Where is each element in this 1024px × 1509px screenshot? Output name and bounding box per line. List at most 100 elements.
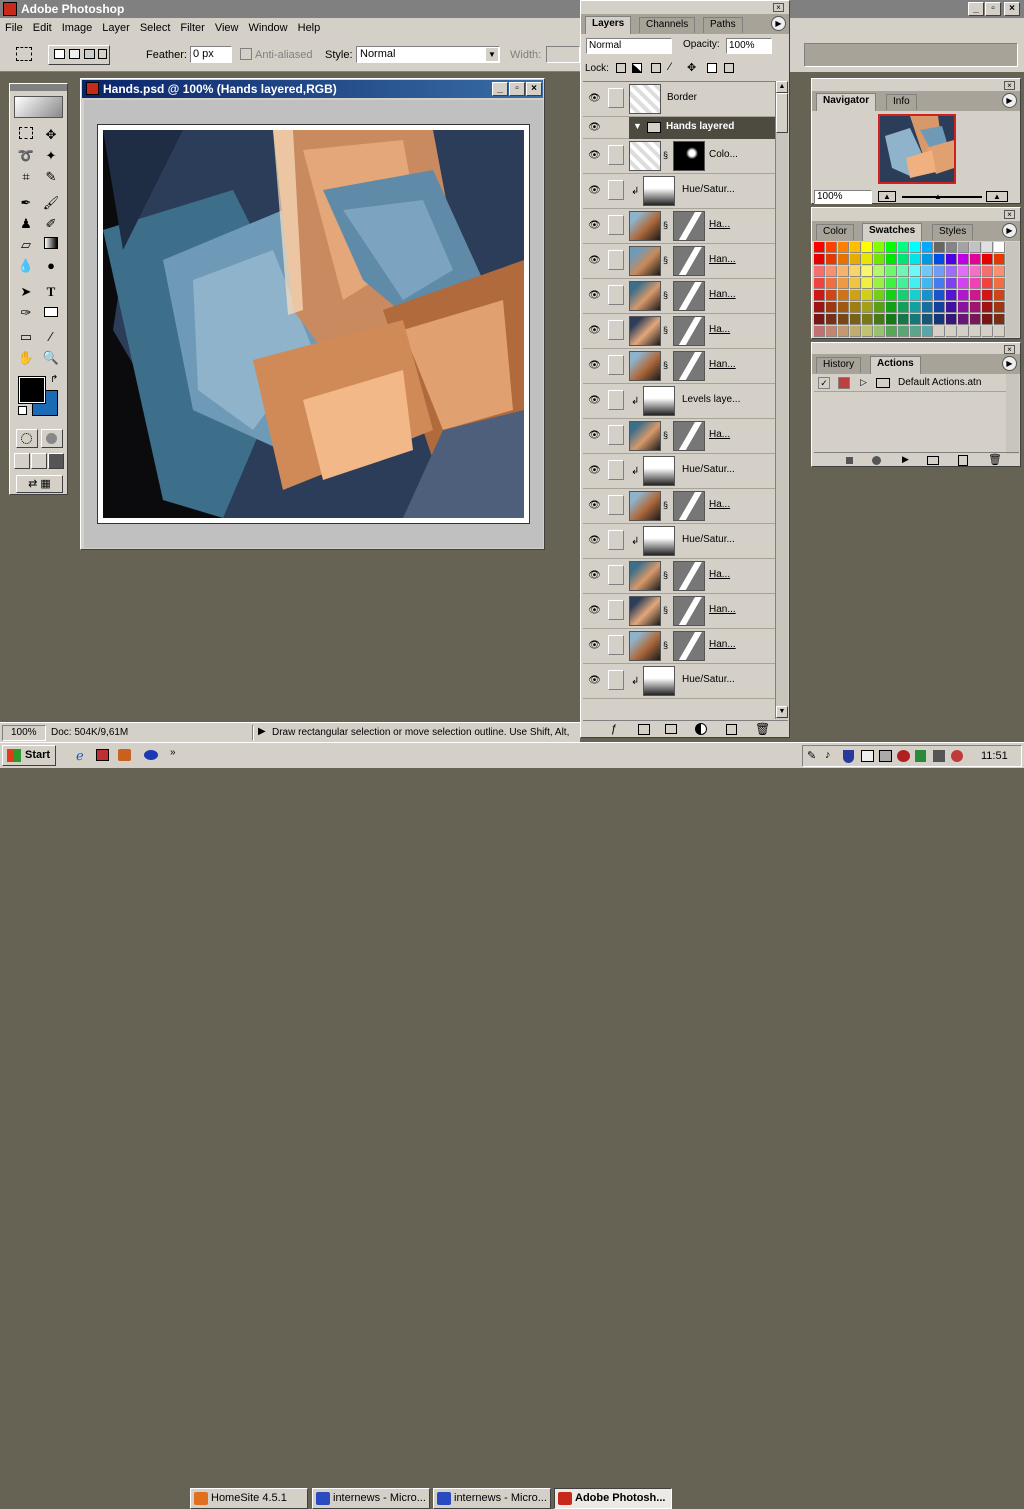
color-swatch[interactable] — [862, 254, 873, 265]
color-swatch[interactable] — [994, 266, 1005, 277]
tray-globe-icon[interactable] — [951, 750, 963, 762]
link-slot[interactable] — [608, 530, 624, 550]
color-swatch[interactable] — [898, 278, 909, 289]
color-swatch[interactable] — [922, 302, 933, 313]
color-swatch[interactable] — [970, 278, 981, 289]
color-swatch[interactable] — [982, 278, 993, 289]
adobe-online-icon[interactable] — [14, 96, 63, 118]
swatches-menu-arrow-icon[interactable]: ▶ — [1002, 223, 1017, 238]
color-swatch[interactable] — [814, 314, 825, 325]
color-swatch[interactable] — [958, 326, 969, 337]
tray-app-icon[interactable] — [897, 750, 910, 762]
link-slot[interactable] — [608, 320, 624, 340]
color-swatch[interactable] — [814, 278, 825, 289]
full-screen-mode-button[interactable] — [48, 453, 64, 469]
color-swatch[interactable] — [862, 314, 873, 325]
group-header[interactable]: ▼ Hands layered — [629, 117, 776, 139]
layer-row[interactable]: 👁 § Colo... — [583, 139, 776, 174]
color-swatch[interactable] — [910, 302, 921, 313]
shape-tool-icon[interactable] — [40, 303, 62, 323]
quicklaunch-app-icon[interactable] — [118, 749, 131, 761]
color-swatch[interactable] — [814, 326, 825, 337]
layer-row[interactable]: 👁 ↲ Hue/Satur... — [583, 524, 776, 559]
color-swatch[interactable] — [838, 266, 849, 277]
color-swatch[interactable] — [850, 326, 861, 337]
taskbar-item-homesite[interactable]: HomeSite 4.5.1 — [190, 1488, 308, 1509]
layer-row[interactable]: 👁 § Han... — [583, 594, 776, 629]
color-swatch[interactable] — [934, 302, 945, 313]
color-swatch[interactable] — [814, 302, 825, 313]
eye-icon[interactable]: 👁 — [587, 254, 602, 268]
color-swatch[interactable] — [994, 326, 1005, 337]
feather-input[interactable]: 0 px — [190, 46, 232, 63]
color-swatch[interactable] — [934, 326, 945, 337]
palette-well[interactable] — [804, 43, 1018, 67]
lock-brush-icon[interactable]: ⁄ — [669, 61, 671, 73]
tab-history[interactable]: History — [816, 357, 862, 373]
scroll-up-arrow[interactable]: ▲ — [776, 81, 788, 93]
color-swatch[interactable] — [934, 254, 945, 265]
hands-artwork[interactable] — [103, 130, 524, 518]
menu-file[interactable]: File — [0, 18, 28, 38]
standard-mode-button[interactable] — [16, 429, 38, 448]
color-swatch[interactable] — [946, 266, 957, 277]
color-swatch[interactable] — [946, 290, 957, 301]
doc-minimize-button[interactable]: _ — [492, 82, 508, 96]
tray-tool-icon[interactable] — [933, 750, 945, 762]
tab-swatches[interactable]: Swatches — [862, 223, 923, 241]
taskbar-item-photoshop[interactable]: Adobe Photosh... — [554, 1488, 672, 1509]
tab-actions[interactable]: Actions — [870, 356, 921, 374]
color-swatch[interactable] — [886, 278, 897, 289]
actions-scrollbar[interactable] — [1006, 374, 1019, 454]
doc-close-button[interactable]: × — [526, 82, 542, 96]
color-swatch[interactable] — [862, 290, 873, 301]
lasso-tool-icon[interactable]: ➰ — [15, 146, 37, 166]
color-swatch[interactable] — [838, 254, 849, 265]
new-layer-icon[interactable] — [726, 724, 737, 735]
actions-close-icon[interactable]: × — [1004, 345, 1015, 354]
link-slot[interactable] — [608, 145, 624, 165]
antialiased-checkbox[interactable] — [240, 48, 252, 60]
start-button[interactable]: Start — [2, 745, 56, 766]
color-swatch[interactable] — [886, 302, 897, 313]
canvas-area[interactable] — [84, 100, 543, 548]
color-swatch[interactable] — [826, 314, 837, 325]
color-swatch[interactable] — [922, 314, 933, 325]
color-swatch[interactable] — [898, 254, 909, 265]
color-swatch[interactable] — [850, 254, 861, 265]
eye-icon[interactable]: 👁 — [587, 674, 602, 688]
color-swatch[interactable] — [946, 326, 957, 337]
crop-tool-icon[interactable]: ⌗ — [15, 167, 37, 187]
zoom-slider-thumb[interactable]: ▲ — [934, 192, 942, 201]
color-swatch[interactable] — [814, 290, 825, 301]
color-swatch[interactable] — [838, 326, 849, 337]
color-swatch[interactable] — [898, 242, 909, 253]
color-swatch[interactable] — [946, 278, 957, 289]
zoom-in-icon[interactable]: ▲ — [986, 191, 1008, 202]
color-swatch[interactable] — [886, 326, 897, 337]
clone-stamp-tool-icon[interactable]: ♟ — [15, 214, 37, 234]
color-swatch[interactable] — [982, 314, 993, 325]
add-selection-icon[interactable] — [69, 49, 80, 59]
color-swatch[interactable] — [922, 290, 933, 301]
eye-icon[interactable]: 👁 — [587, 359, 602, 373]
tab-color[interactable]: Color — [816, 224, 854, 240]
link-slot[interactable] — [608, 355, 624, 375]
eye-icon[interactable]: 👁 — [587, 92, 602, 106]
color-swatch[interactable] — [958, 278, 969, 289]
eye-icon[interactable]: 👁 — [587, 499, 602, 513]
color-swatch[interactable] — [886, 242, 897, 253]
link-slot[interactable] — [608, 215, 624, 235]
lock-position-icon[interactable] — [651, 63, 661, 73]
dodge-tool-icon[interactable]: ● — [40, 256, 62, 276]
color-swatch[interactable] — [994, 278, 1005, 289]
layer-row[interactable]: 👁 § Ha... — [583, 419, 776, 454]
color-swatch[interactable] — [862, 278, 873, 289]
layer-row[interactable]: 👁 ↲ Hue/Satur... — [583, 664, 776, 699]
menu-view[interactable]: View — [210, 18, 244, 38]
tray-monitor-icon[interactable] — [879, 750, 892, 762]
color-swatch[interactable] — [934, 242, 945, 253]
tray-icon-1[interactable]: ✎ — [807, 749, 816, 762]
style-select[interactable]: Normal — [356, 46, 500, 63]
color-swatch[interactable] — [850, 266, 861, 277]
